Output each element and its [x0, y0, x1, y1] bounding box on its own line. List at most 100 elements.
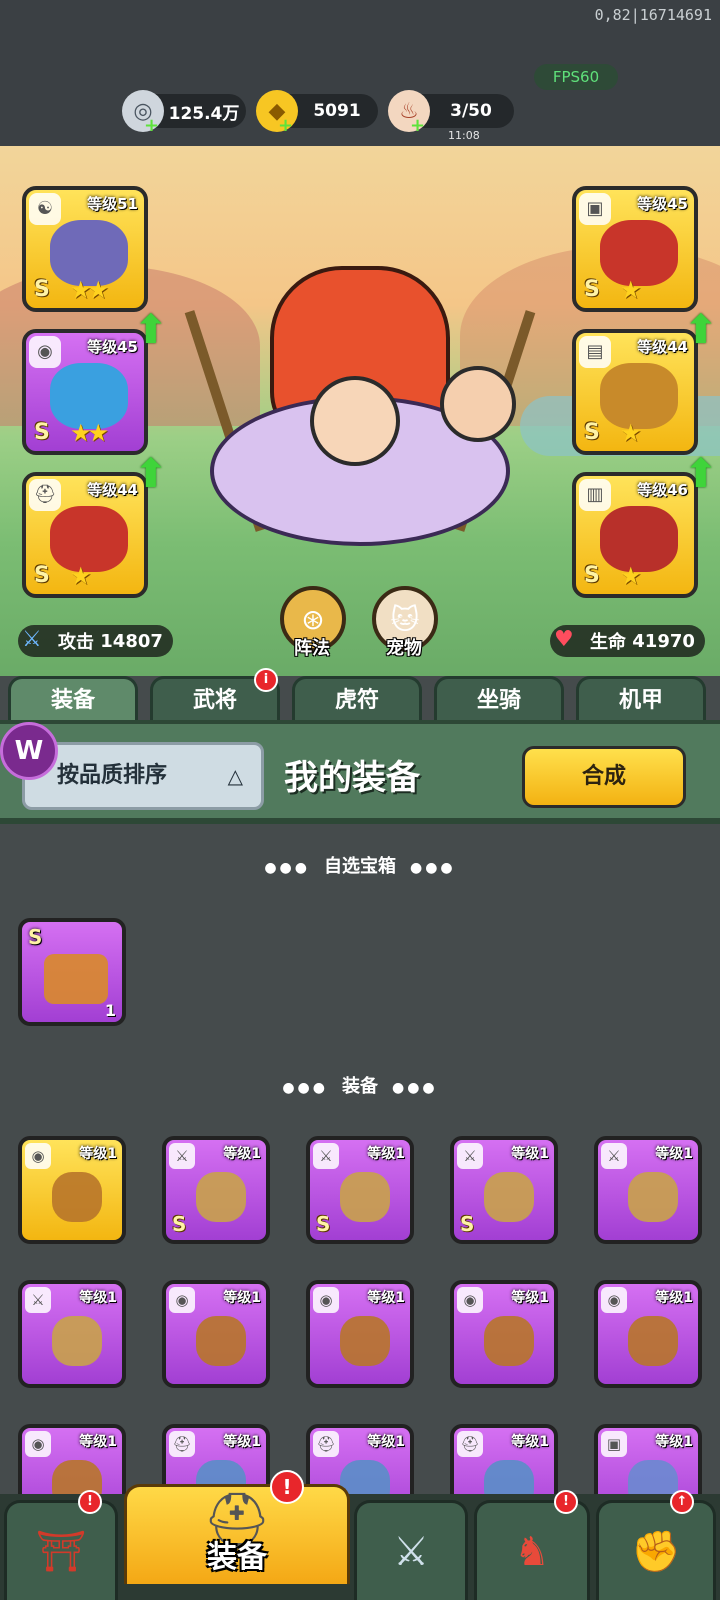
w-logo-icon[interactable]: W	[0, 722, 58, 780]
upgrade-arrow-icon: ⬆	[134, 451, 168, 497]
level-label: 等级45	[637, 195, 688, 213]
hp-stat: ♥ 生命 41970	[550, 625, 705, 657]
rank-label: S	[34, 563, 50, 588]
hero-character[interactable]	[184, 226, 536, 556]
star-rating: ★★	[70, 276, 109, 304]
level-label: 等级44	[87, 481, 138, 499]
equip-slot-armor[interactable]: ▣ 等级45 S ★	[572, 186, 698, 312]
helmet-icon: ⛑	[29, 479, 61, 511]
hp-value: 41970	[632, 630, 695, 652]
equipment-item[interactable]: ◉ 等级1	[450, 1280, 558, 1388]
equipment-item[interactable]: ◉ 等级1	[18, 1136, 126, 1244]
rank-label: S	[28, 925, 43, 949]
bottom-navigation: ⛩ ! ⛑ 装备 ! ⚔ ♞ ! ✊ ↑	[0, 1470, 720, 1600]
synthesize-button[interactable]: 合成	[522, 746, 686, 808]
level-label: 等级45	[87, 338, 138, 356]
equip-slot-weapon[interactable]: ☯ 等级51 S ★★	[22, 186, 148, 312]
item-art	[628, 1172, 678, 1222]
triangle-up-icon: △	[227, 764, 243, 788]
rank-label: S	[460, 1212, 475, 1236]
star-rating: ★	[70, 562, 91, 590]
fps-counter: FPS60	[534, 64, 618, 90]
plus-icon[interactable]: +	[144, 115, 159, 136]
level-label: 等级44	[637, 338, 688, 356]
section-title: 装备	[342, 1076, 378, 1097]
alert-badge: !	[270, 1470, 304, 1504]
nav-pet[interactable]: ♞	[474, 1500, 590, 1600]
cat-icon: 🐱	[390, 602, 420, 636]
rank-label: S	[172, 1212, 187, 1236]
equip-slot-bracer[interactable]: ▤ 等级44 S ★	[572, 329, 698, 455]
silver-resource[interactable]: ◎ + 125.4万	[122, 90, 246, 136]
equip-slot-boots[interactable]: ▥ 等级46 S ★	[572, 472, 698, 598]
equipment-item[interactable]: ⚔ 等级1	[594, 1136, 702, 1244]
heart-icon: ♥	[554, 627, 574, 652]
level-label: 等级1	[655, 1146, 693, 1162]
armor-icon: ▣	[579, 193, 611, 225]
level-label: 等级51	[87, 195, 138, 213]
equipment-item[interactable]: ⚔ 等级1 S	[162, 1136, 270, 1244]
crossed-swords-icon: ⚔	[393, 1528, 429, 1575]
hp-label: 生命	[590, 632, 626, 653]
sort-label: 按品质排序	[57, 763, 168, 788]
level-label: 等级1	[367, 1434, 405, 1450]
upgrade-badge: ↑	[670, 1490, 694, 1514]
level-label: 等级1	[223, 1290, 261, 1306]
bracer-icon: ▤	[579, 336, 611, 368]
equipment-item[interactable]: ⚔ 等级1 S	[450, 1136, 558, 1244]
nav-training[interactable]: ✊	[596, 1500, 716, 1600]
rank-label: S	[34, 420, 50, 445]
attack-value: 14807	[100, 630, 163, 652]
stamina-resource[interactable]: ♨ + 3/50 11:08	[388, 90, 514, 142]
section-header-chest: ●●● 自选宝箱 ●●●	[0, 852, 720, 878]
plus-icon[interactable]: +	[278, 115, 293, 136]
level-label: 等级1	[655, 1434, 693, 1450]
medal-icon: ◉	[601, 1287, 627, 1313]
gold-value: 5091	[313, 101, 361, 121]
panel-header: 按品质排序 △ W 我的装备 合成	[0, 720, 720, 824]
item-art	[196, 1316, 246, 1366]
level-label: 等级1	[655, 1290, 693, 1306]
yin-yang-icon: ☯	[29, 193, 61, 225]
power-fist-icon: ✊	[631, 1529, 681, 1575]
tab-mount[interactable]: 坐骑	[434, 676, 564, 722]
formation-label: 阵法	[294, 638, 330, 659]
equipment-item[interactable]: ◉ 等级1	[306, 1280, 414, 1388]
sort-button[interactable]: 按品质排序 △	[22, 742, 264, 810]
top-bar: 0,82|16714691 FPS60 ◎ + 125.4万 ◆ + 5091 …	[0, 0, 720, 146]
nav-shop[interactable]: ⛩	[4, 1500, 118, 1600]
item-art	[628, 1316, 678, 1366]
rank-label: S	[584, 563, 600, 588]
level-label: 等级1	[79, 1146, 117, 1162]
helmet-icon: ⛑	[169, 1431, 195, 1457]
star-rating: ★	[620, 419, 641, 447]
attack-stat: ⚔ 攻击 14807	[18, 625, 173, 657]
nav-battle[interactable]: ⚔	[354, 1500, 468, 1600]
medal-icon: ◉	[169, 1287, 195, 1313]
rank-label: S	[584, 277, 600, 302]
nav-equipment[interactable]: ⛑ 装备	[124, 1484, 350, 1584]
silver-value: 125.4万	[168, 103, 240, 124]
equip-slot-helmet[interactable]: ⛑ 等级44 S ★	[22, 472, 148, 598]
debug-readout: 0,82|16714691	[594, 6, 712, 24]
plus-icon[interactable]: +	[410, 115, 425, 136]
medal-icon: ◉	[25, 1143, 51, 1169]
companion-kid	[440, 366, 516, 442]
gold-resource[interactable]: ◆ + 5091	[256, 90, 378, 136]
tab-tiger-tally[interactable]: 虎符	[292, 676, 422, 722]
equip-slot-medal[interactable]: ◉ 等级45 S ★★	[22, 329, 148, 455]
item-art	[340, 1316, 390, 1366]
chest-item[interactable]: S 1	[18, 918, 126, 1026]
tab-equipment[interactable]: 装备	[8, 676, 138, 722]
tab-mech[interactable]: 机甲	[576, 676, 706, 722]
level-label: 等级1	[511, 1146, 549, 1162]
level-label: 等级1	[511, 1290, 549, 1306]
equipment-item[interactable]: ◉ 等级1	[594, 1280, 702, 1388]
upgrade-arrow-icon: ⬆	[134, 307, 168, 353]
equipment-item[interactable]: ⚔ 等级1 S	[306, 1136, 414, 1244]
equipment-item[interactable]: ⚔ 等级1	[18, 1280, 126, 1388]
medal-icon: ◉	[29, 336, 61, 368]
equipment-item[interactable]: ◉ 等级1	[162, 1280, 270, 1388]
item-art	[484, 1316, 534, 1366]
armor-art	[600, 220, 678, 286]
